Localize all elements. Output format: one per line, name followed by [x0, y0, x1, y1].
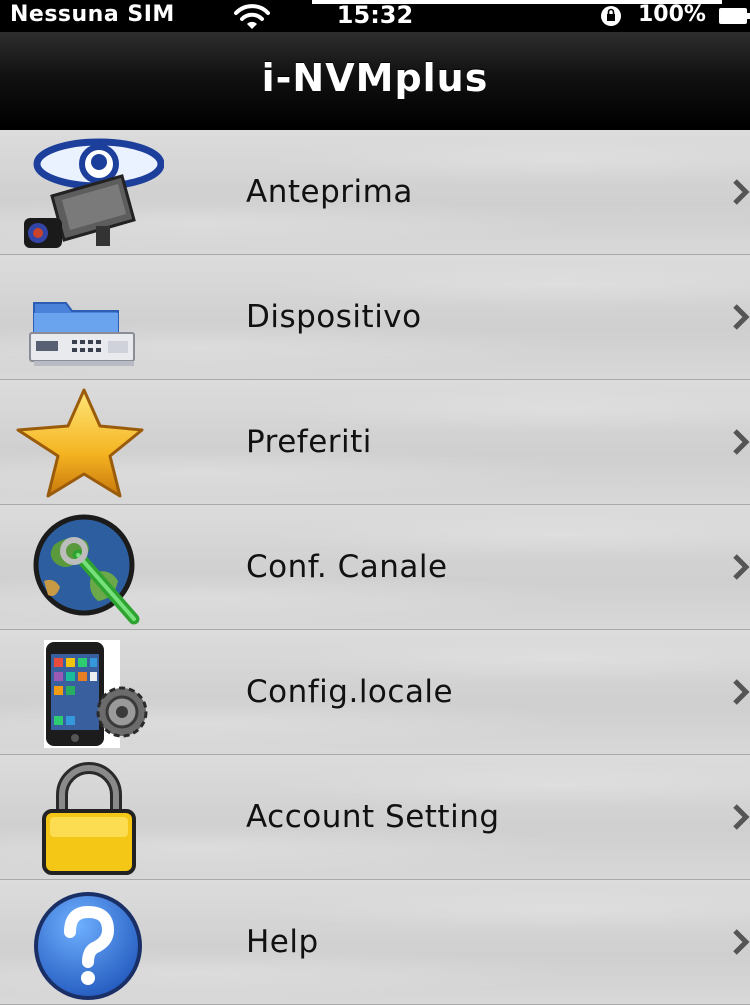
- page-title: i-NVMplus: [261, 56, 489, 100]
- globe-wrench-icon: [33, 514, 140, 625]
- dvr-device-folder-icon: [29, 302, 135, 366]
- status-bar: Nessuna SIM 15:32 100%: [0, 0, 750, 32]
- star-icon: [16, 388, 144, 498]
- menu-item-label: Dispositivo: [246, 299, 422, 335]
- menu-item-preferiti[interactable]: Preferiti: [0, 380, 750, 505]
- menu-item-label: Help: [246, 924, 319, 960]
- menu-item-config-locale[interactable]: Config.locale: [0, 630, 750, 755]
- menu-item-conf-canale[interactable]: Conf. Canale: [0, 505, 750, 630]
- navigation-bar: i-NVMplus: [0, 32, 750, 130]
- surveillance-camera-eye-icon: [24, 138, 164, 248]
- chevron-right-icon: [733, 429, 750, 455]
- menu-item-label: Preferiti: [246, 424, 372, 460]
- menu-item-label: Config.locale: [246, 674, 454, 710]
- menu-item-dispositivo[interactable]: Dispositivo: [0, 255, 750, 380]
- padlock-icon: [42, 762, 136, 875]
- menu-item-anteprima[interactable]: Anteprima: [0, 130, 750, 255]
- menu-item-label: Conf. Canale: [246, 549, 448, 585]
- help-question-icon: [34, 892, 142, 1000]
- chevron-right-icon: [733, 679, 750, 705]
- battery-percent: 100%: [638, 2, 706, 27]
- rotation-lock-icon: [601, 6, 621, 26]
- menu-item-account-setting[interactable]: Account Setting: [0, 755, 750, 880]
- battery-icon: [719, 8, 750, 24]
- chevron-right-icon: [733, 929, 750, 955]
- menu-item-label: Account Setting: [246, 799, 500, 835]
- menu-item-help[interactable]: Help: [0, 880, 750, 1005]
- phone-gear-icon: [44, 640, 148, 748]
- chevron-right-icon: [733, 804, 750, 830]
- chevron-right-icon: [733, 554, 750, 580]
- menu-item-label: Anteprima: [246, 174, 413, 210]
- chevron-right-icon: [733, 304, 750, 330]
- chevron-right-icon: [733, 179, 750, 205]
- main-menu: Anteprima Dispositivo Preferiti Conf. Ca…: [0, 130, 750, 1005]
